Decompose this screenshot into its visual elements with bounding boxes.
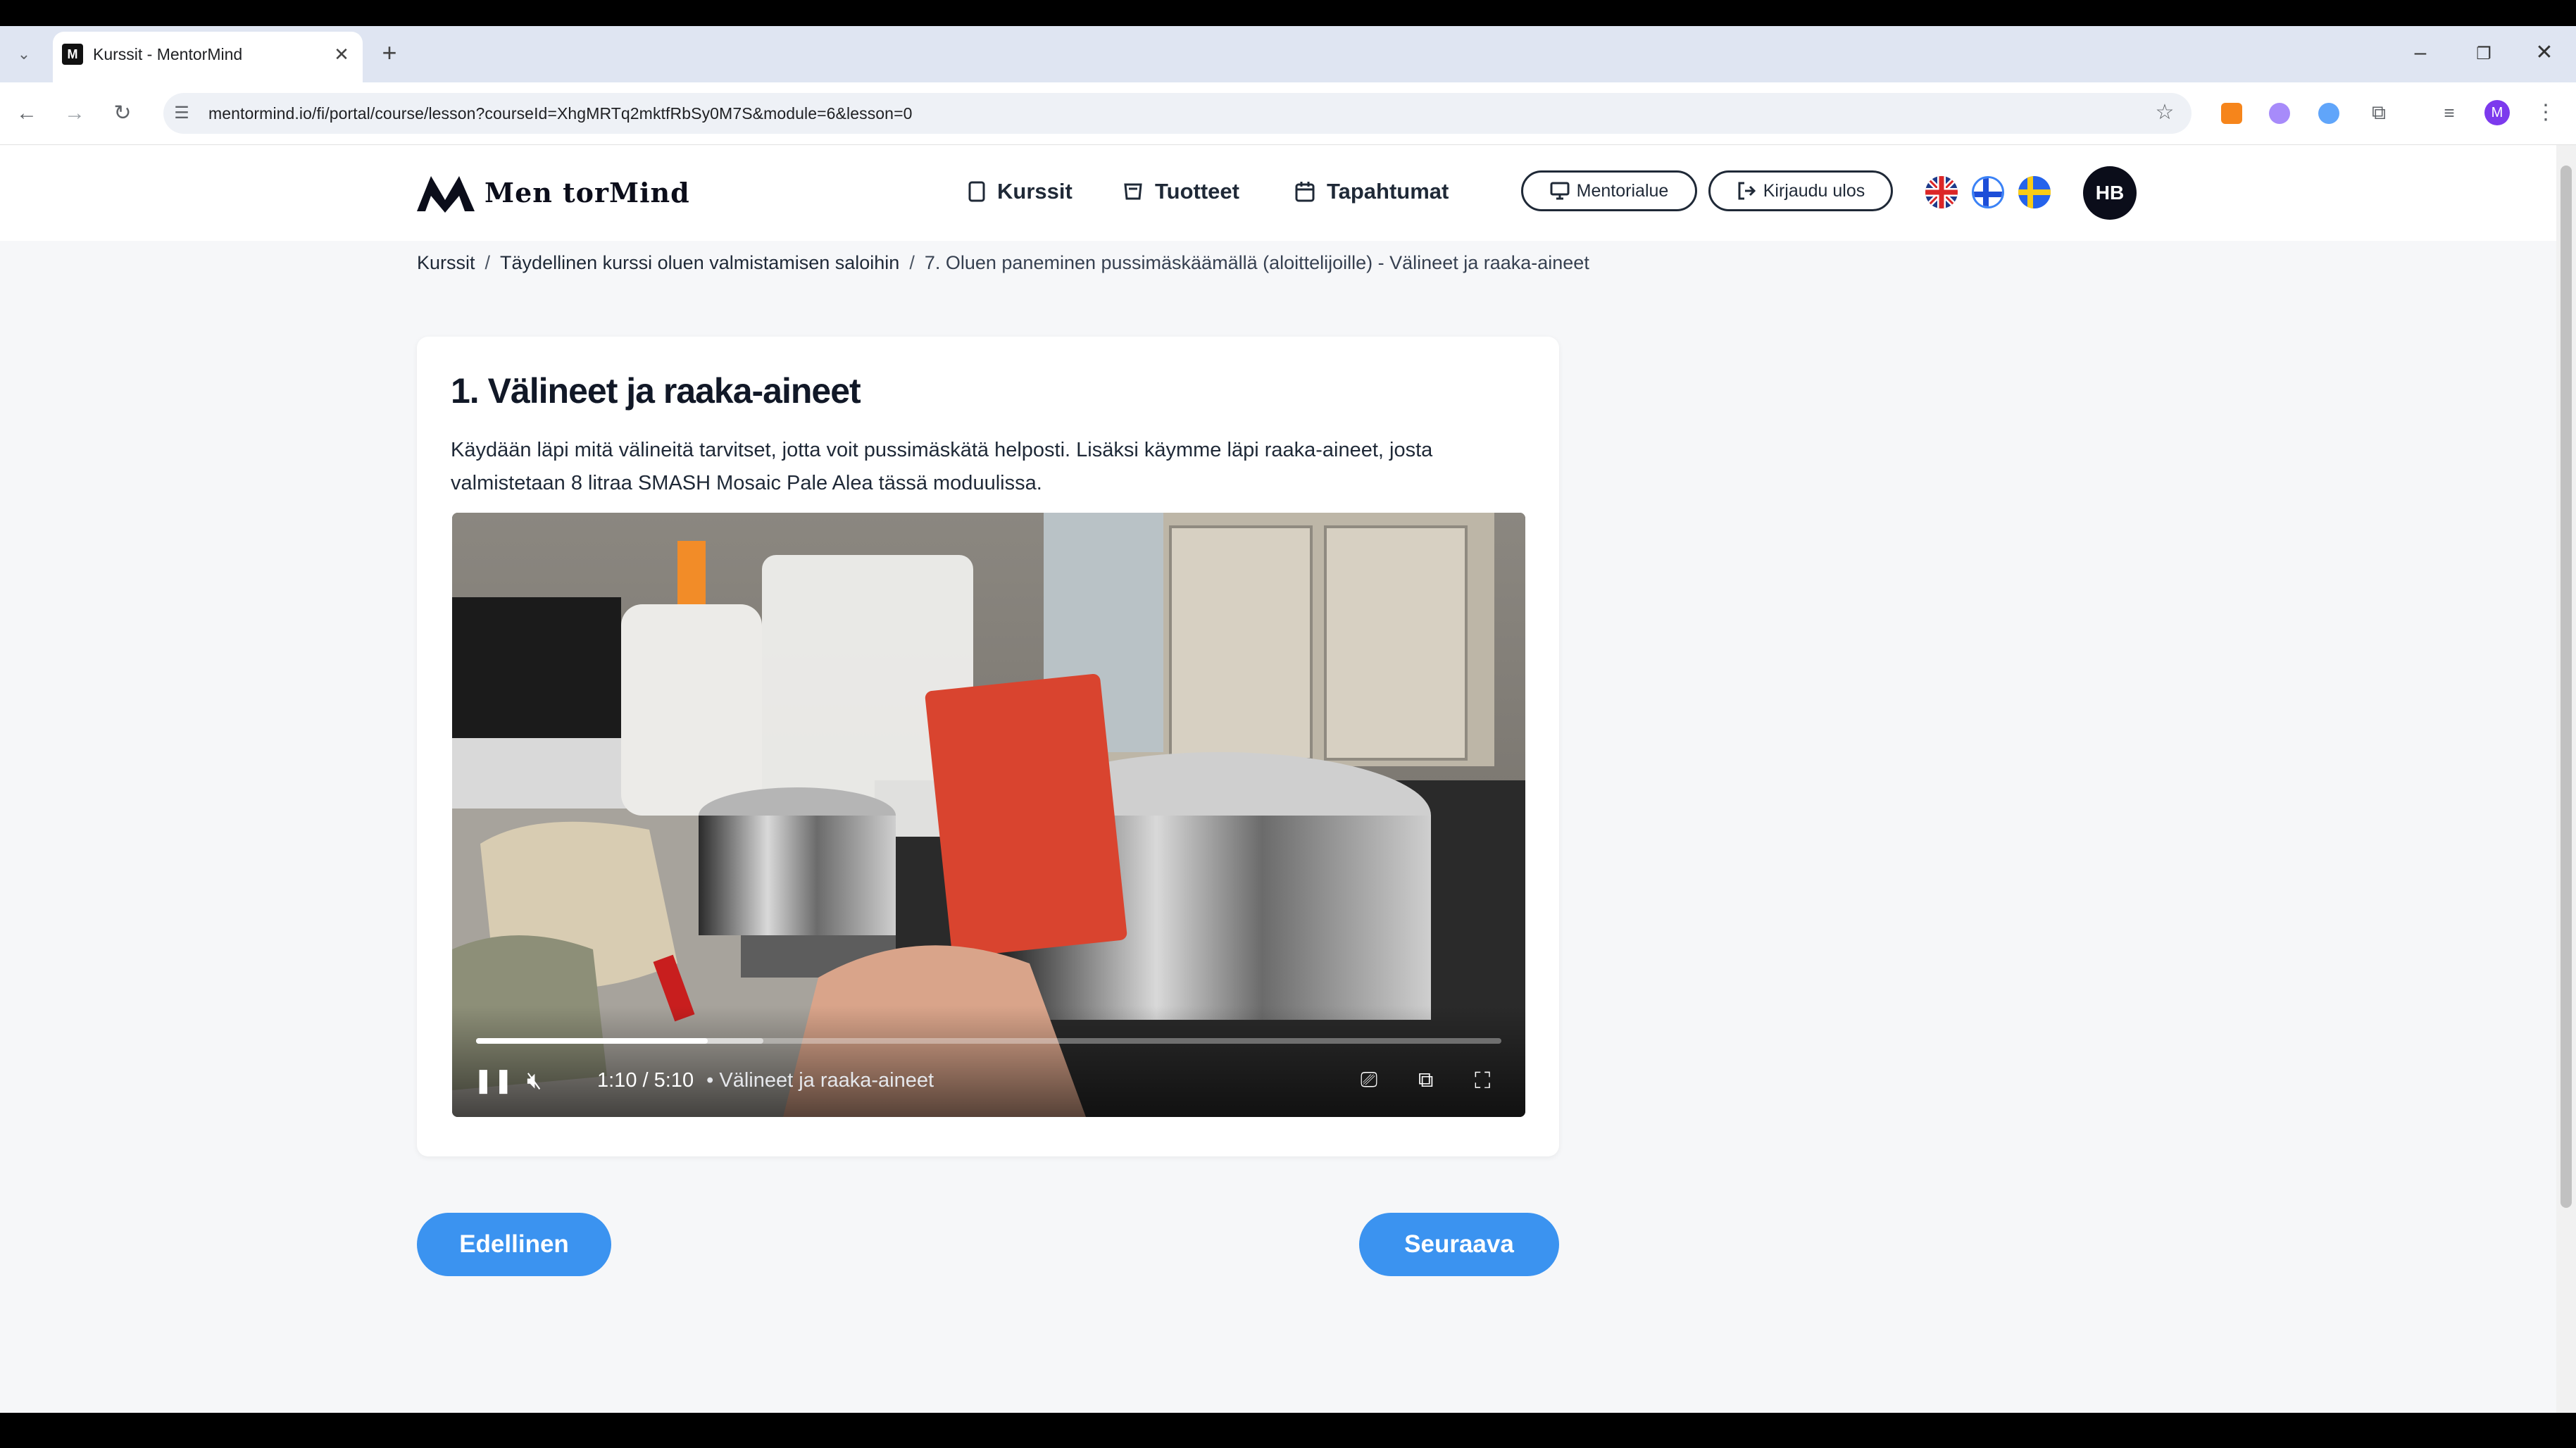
nav-label: Kurssit <box>997 179 1073 204</box>
fullscreen-icon[interactable]: ⛶ <box>1475 1066 1490 1094</box>
mentormind-logo[interactable]: Men torMind <box>415 172 690 213</box>
reload-icon[interactable]: ↻ <box>110 103 135 124</box>
nav-label: Tapahtumat <box>1327 179 1449 204</box>
breadcrumb-separator: / <box>484 252 491 273</box>
breadcrumb-item-current: 7. Oluen paneminen pussimäskäämällä (alo… <box>924 252 1589 273</box>
tab-close-icon[interactable]: ✕ <box>331 44 352 65</box>
menu-dots-icon[interactable]: ⋮ <box>2535 102 2556 123</box>
url-text[interactable]: mentormind.io/fi/portal/course/lesson?co… <box>208 104 913 123</box>
extensions-puzzle-icon[interactable]: ⧉ <box>2366 102 2391 123</box>
forward-icon[interactable]: → <box>62 103 87 124</box>
logo-text: Men torMind <box>484 176 690 208</box>
flag-fi-icon[interactable] <box>1972 176 2004 208</box>
bookmark-star-icon[interactable]: ☆ <box>2152 102 2177 123</box>
profile-avatar[interactable]: M <box>2484 100 2510 125</box>
video-progress-track[interactable] <box>476 1038 1501 1044</box>
breadcrumb: Kurssit / Täydellinen kurssi oluen valmist… <box>417 252 1589 274</box>
logout-icon <box>1738 182 1756 200</box>
mute-icon[interactable]: 🔇︎ <box>527 1066 542 1094</box>
mentor-area-label: Mentorialue <box>1576 180 1669 201</box>
pause-icon[interactable]: ❚❚ <box>473 1066 513 1094</box>
user-avatar[interactable]: HB <box>2083 166 2137 220</box>
window-close-icon[interactable]: ✕ <box>2532 42 2556 63</box>
video-time: 1:10 / 5:10 • Välineet ja raaka-aineet <box>597 1069 934 1092</box>
tab-search-icon[interactable]: ⌄ <box>13 44 35 65</box>
book-icon <box>968 181 985 202</box>
logout-label: Kirjaudu ulos <box>1763 180 1865 201</box>
tab-title: Kurssit - MentorMind <box>93 45 243 63</box>
breadcrumb-item-kurssit[interactable]: Kurssit <box>417 252 475 273</box>
video-chapter: • Välineet ja raaka-aineet <box>706 1069 934 1092</box>
nav-label: Tuotteet <box>1155 179 1239 204</box>
site-header <box>0 145 2556 241</box>
restore-icon[interactable]: ❐ <box>2472 44 2496 65</box>
reading-list-icon[interactable]: ≡ <box>2437 102 2462 123</box>
video-progress-fill <box>476 1038 708 1044</box>
minimize-icon[interactable]: – <box>2408 42 2432 63</box>
calendar-icon <box>1295 182 1315 202</box>
back-icon[interactable]: ← <box>14 103 39 124</box>
cast-icon[interactable]: ⎚ <box>1361 1066 1377 1094</box>
screen-bottom-edge <box>0 1413 2576 1448</box>
new-tab-icon[interactable]: + <box>377 40 401 65</box>
previous-button[interactable]: Edellinen <box>417 1213 611 1276</box>
picture-in-picture-icon[interactable]: ⧉ <box>1418 1066 1433 1094</box>
nav-item-kurssit[interactable]: Kurssit <box>968 179 1073 204</box>
video-duration: 5:10 <box>654 1069 694 1092</box>
video-current-time: 1:10 <box>597 1069 637 1092</box>
monitor-icon <box>1550 182 1570 200</box>
cart-icon <box>1124 183 1142 200</box>
flag-se-icon[interactable] <box>2018 176 2051 208</box>
tab-favicon-icon: M <box>62 44 83 65</box>
mentor-area-button[interactable]: Mentorialue <box>1521 170 1697 211</box>
scrollbar-thumb[interactable] <box>2561 166 2572 1208</box>
site-info-icon[interactable]: ☰ <box>169 103 194 124</box>
next-button[interactable]: Seuraava <box>1359 1213 1559 1276</box>
breadcrumb-item-course[interactable]: Täydellinen kurssi oluen valmistamisen s… <box>500 252 899 273</box>
extension-icon[interactable] <box>2318 103 2339 124</box>
extension-icon[interactable] <box>2269 103 2290 124</box>
flag-uk-icon[interactable] <box>1925 176 1958 208</box>
breadcrumb-separator: / <box>909 252 915 273</box>
nav-item-tuotteet[interactable]: Tuotteet <box>1123 179 1239 204</box>
nav-item-tapahtumat[interactable]: Tapahtumat <box>1294 179 1449 204</box>
video-time-separator: / <box>637 1069 654 1092</box>
metamask-extension-icon[interactable] <box>2221 103 2242 124</box>
lesson-description: Käydään läpi mitä välineitä tarvitset, j… <box>451 439 1433 494</box>
video-player[interactable]: ❚❚ 🔇︎ 1:10 / 5:10 • Välineet ja raaka-ai… <box>452 513 1525 1117</box>
logo-mark-icon <box>417 176 475 213</box>
lesson-title: 1. Välineet ja raaka-aineet <box>451 371 861 411</box>
logout-button[interactable]: Kirjaudu ulos <box>1708 170 1893 211</box>
video-controls-gradient <box>452 1006 1525 1117</box>
